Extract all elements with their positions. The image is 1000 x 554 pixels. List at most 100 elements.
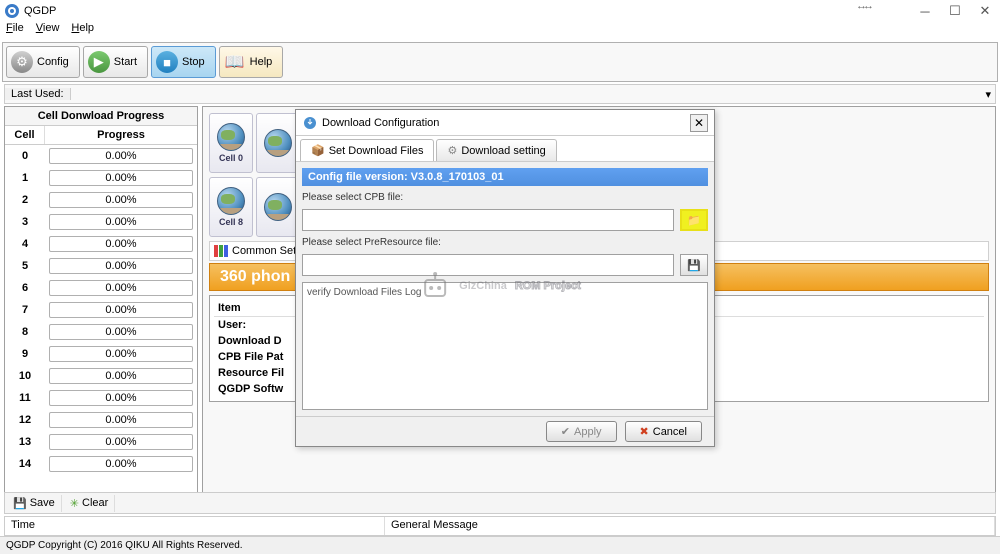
close-button[interactable]: ✕	[970, 0, 1000, 22]
config-version-label: Config file version: V3.0.8_170103_01	[302, 168, 708, 186]
progress-bar: 0.00%	[49, 390, 193, 406]
progress-cell-number: 13	[5, 436, 45, 448]
column-time: Time	[5, 517, 385, 535]
progress-cell-number: 5	[5, 260, 45, 272]
chevron-down-icon: ▾	[985, 88, 991, 101]
toolbar: ⚙ Config ▶ Start ■ Stop 📖 Help	[2, 42, 998, 82]
progress-cell-number: 6	[5, 282, 45, 294]
tab-set-download-files[interactable]: 📦 Set Download Files	[300, 139, 434, 161]
progress-bar: 0.00%	[49, 192, 193, 208]
progress-row: 6 0.00%	[5, 277, 197, 299]
help-button[interactable]: 📖 Help	[219, 46, 284, 78]
window-title: QGDP	[24, 5, 56, 17]
progress-bar: 0.00%	[49, 324, 193, 340]
gear-icon: ⚙	[447, 144, 457, 157]
cell-label: Cell 0	[219, 153, 243, 163]
config-button[interactable]: ⚙ Config	[6, 46, 80, 78]
maximize-button[interactable]: ☐	[940, 0, 970, 22]
check-icon: ✔	[561, 425, 570, 438]
clear-button[interactable]: ✳ Clear	[64, 495, 116, 512]
cell-box[interactable]: Cell 8	[209, 177, 253, 237]
globe-icon	[217, 123, 245, 151]
progress-row: 5 0.00%	[5, 255, 197, 277]
dialog-title: Download Configuration	[322, 117, 690, 129]
progress-bar: 0.00%	[49, 456, 193, 472]
start-button[interactable]: ▶ Start	[83, 46, 148, 78]
progress-cell-number: 14	[5, 458, 45, 470]
progress-bar: 0.00%	[49, 302, 193, 318]
folder-icon: 📁	[687, 214, 701, 227]
progress-cell-number: 9	[5, 348, 45, 360]
save-button[interactable]: 💾 Save	[7, 495, 62, 512]
cancel-button[interactable]: ✖ Cancel	[625, 421, 702, 442]
progress-row: 14 0.00%	[5, 453, 197, 475]
menu-file[interactable]: File	[6, 22, 24, 40]
progress-cell-number: 12	[5, 414, 45, 426]
menubar: File View Help	[0, 22, 1000, 40]
progress-row: 10.00%	[5, 167, 197, 189]
progress-panel-title: Cell Donwload Progress	[5, 107, 197, 126]
last-used-dropdown[interactable]: ▾	[71, 88, 995, 101]
preresource-file-label: Please select PreResource file:	[302, 237, 708, 248]
column-progress: Progress	[45, 126, 197, 144]
bars-icon	[214, 245, 228, 257]
progress-bar: 0.00%	[49, 412, 193, 428]
preresource-browse-button[interactable]: 💾	[680, 254, 708, 276]
save-clear-bar: 💾 Save ✳ Clear	[4, 492, 996, 514]
stop-button[interactable]: ■ Stop	[151, 46, 216, 78]
tab-download-setting[interactable]: ⚙ Download setting	[436, 139, 556, 161]
stop-icon: ■	[156, 51, 178, 73]
progress-bar: 0.00%	[49, 148, 193, 164]
download-configuration-dialog: Download Configuration ✕ 📦 Set Download …	[295, 109, 715, 447]
column-general-message: General Message	[385, 517, 995, 535]
progress-bar: 0.00%	[49, 236, 193, 252]
cancel-icon: ✖	[640, 425, 649, 438]
progress-bar: 0.00%	[49, 214, 193, 230]
progress-cell-number: 7	[5, 304, 45, 316]
dialog-footer: ✔ Apply ✖ Cancel	[296, 416, 714, 446]
minimize-button[interactable]: ─	[910, 0, 940, 22]
download-icon	[302, 115, 318, 131]
cell-box[interactable]	[256, 177, 300, 237]
app-icon	[4, 3, 20, 19]
progress-bar: 0.00%	[49, 434, 193, 450]
progress-row: 80.00%	[5, 321, 197, 343]
last-used-bar: Last Used: ▾	[4, 84, 996, 104]
progress-row: 10 0.00%	[5, 365, 197, 387]
apply-button[interactable]: ✔ Apply	[546, 421, 617, 442]
cell-box[interactable]	[256, 113, 300, 173]
package-icon: 📦	[311, 144, 325, 157]
column-cell: Cell	[5, 126, 45, 144]
gear-icon: ⚙	[11, 51, 33, 73]
cpb-file-input[interactable]	[302, 209, 674, 231]
globe-icon	[264, 193, 292, 221]
progress-bar: 0.00%	[49, 368, 193, 384]
last-used-label: Last Used:	[5, 88, 71, 100]
dialog-close-button[interactable]: ✕	[690, 114, 708, 132]
preresource-file-input[interactable]	[302, 254, 674, 276]
progress-bar: 0.00%	[49, 170, 193, 186]
copyright-label: QGDP Copyright (C) 2016 QIKU All Rights …	[0, 536, 1000, 554]
progress-row: 7 0.00%	[5, 299, 197, 321]
window-controls: ↔↔ ─ ☐ ✕	[856, 0, 1000, 22]
progress-cell-number: 10	[5, 370, 45, 382]
drive-icon: 💾	[687, 259, 701, 272]
cpb-browse-button[interactable]: 📁	[680, 209, 708, 231]
globe-icon	[264, 129, 292, 157]
verify-log-box: verify Download Files Log	[302, 282, 708, 410]
book-icon: 📖	[224, 51, 246, 73]
dialog-tabs: 📦 Set Download Files ⚙ Download setting	[296, 136, 714, 162]
progress-cell-number: 0	[5, 150, 45, 162]
cell-box[interactable]: Cell 0	[209, 113, 253, 173]
progress-bar: 0.00%	[49, 280, 193, 296]
cell-label: Cell 8	[219, 217, 243, 227]
progress-panel: Cell Donwload Progress Cell Progress 0 0.…	[4, 106, 198, 512]
menu-help[interactable]: Help	[71, 22, 94, 40]
menu-view[interactable]: View	[36, 22, 60, 40]
restore-indicator: ↔↔	[856, 0, 870, 22]
progress-bar: 0.00%	[49, 258, 193, 274]
progress-cell-number: 2	[5, 194, 45, 206]
progress-row: 2 0.00%	[5, 189, 197, 211]
progress-header: Cell Progress	[5, 126, 197, 145]
progress-cell-number: 4	[5, 238, 45, 250]
